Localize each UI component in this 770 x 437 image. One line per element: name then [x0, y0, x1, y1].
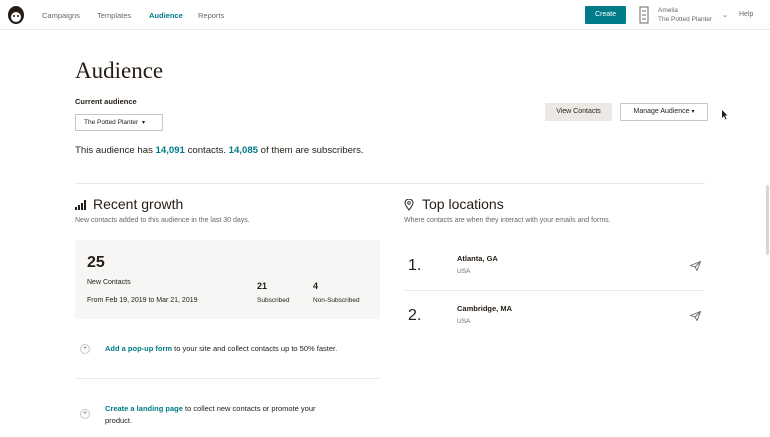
- popup-form-text: to your site and collect contacts up to …: [174, 344, 338, 353]
- landing-page-text: to collect new contacts or promote your: [185, 404, 316, 413]
- chevron-down-icon[interactable]: ⌄: [722, 11, 728, 19]
- help-link[interactable]: Help: [739, 11, 753, 18]
- location-pin-icon: [404, 199, 414, 211]
- nav-campaigns[interactable]: Campaigns: [42, 11, 80, 20]
- scrollbar[interactable]: [766, 185, 769, 255]
- top-locations-subtitle: Where contacts are when they interact wi…: [404, 217, 611, 224]
- summary-middle: contacts.: [187, 145, 226, 156]
- new-contacts-count: 25: [87, 254, 105, 271]
- divider: [75, 183, 705, 184]
- location-country: USA: [457, 268, 471, 275]
- subscribed-count: 21: [257, 281, 268, 291]
- divider: [75, 378, 380, 379]
- account-user: Amelia: [658, 7, 678, 14]
- date-range: From Feb 19, 2019 to Mar 21, 2019: [87, 297, 198, 304]
- nav-audience[interactable]: Audience: [149, 11, 183, 20]
- plus-circle-icon[interactable]: +: [80, 344, 90, 354]
- new-contacts-label: New Contacts: [87, 279, 131, 286]
- location-city: Atlanta, GA: [457, 254, 498, 263]
- cursor-icon: [722, 110, 728, 120]
- view-contacts-button[interactable]: View Contacts: [545, 103, 612, 121]
- manage-audience-button[interactable]: Manage Audience ▾: [620, 103, 708, 121]
- landing-page-text-2: product.: [105, 416, 133, 425]
- account-icon[interactable]: [636, 6, 652, 24]
- bar-chart-icon: [75, 200, 86, 210]
- location-rank: 2.: [408, 307, 422, 324]
- account-menu[interactable]: Amelia The Potted Planter: [658, 6, 712, 24]
- chevron-down-icon: ▾: [142, 120, 146, 126]
- location-rank: 1.: [408, 257, 422, 274]
- summary-suffix: of them are subscribers.: [260, 145, 364, 156]
- subscribers-count: 14,085: [228, 145, 258, 156]
- nav-templates[interactable]: Templates: [97, 11, 131, 20]
- plus-circle-icon[interactable]: +: [80, 409, 90, 419]
- divider: [404, 290, 704, 291]
- non-subscribed-label: Non-Subscribed: [313, 297, 360, 304]
- nav-reports[interactable]: Reports: [198, 11, 224, 20]
- top-nav: Campaigns Templates Audience Reports Cre…: [0, 0, 770, 30]
- recent-growth-subtitle: New contacts added to this audience in t…: [75, 217, 250, 224]
- popup-form-cta: + Add a pop-up form to your site and col…: [80, 343, 380, 357]
- non-subscribed-count: 4: [313, 281, 319, 291]
- account-org: The Potted Planter: [658, 16, 713, 23]
- chevron-down-icon: ▾: [691, 109, 695, 115]
- growth-card: 25 New Contacts From Feb 19, 2019 to Mar…: [75, 240, 380, 319]
- audience-select[interactable]: The Potted Planter ▾: [75, 114, 163, 131]
- send-icon[interactable]: [690, 311, 701, 321]
- audience-summary: This audience has 14,091 contacts. 14,08…: [75, 145, 364, 156]
- location-city: Cambridge, MA: [457, 304, 513, 313]
- top-locations-title: Top locations: [422, 196, 504, 212]
- page-title: Audience: [75, 58, 164, 83]
- send-icon[interactable]: [690, 261, 701, 271]
- create-button[interactable]: Create: [585, 6, 626, 24]
- landing-page-cta: + Create a landing page to collect new c…: [80, 403, 380, 429]
- summary-prefix: This audience has: [75, 145, 153, 156]
- add-popup-form-link[interactable]: Add a pop-up form: [105, 344, 172, 353]
- current-audience-label: Current audience: [75, 97, 137, 106]
- audience-select-value: The Potted Planter: [84, 119, 139, 126]
- manage-audience-label: Manage Audience: [633, 108, 690, 115]
- location-country: USA: [457, 318, 471, 325]
- recent-growth-title: Recent growth: [93, 196, 184, 212]
- total-contacts-count: 14,091: [155, 145, 185, 156]
- subscribed-label: Subscribed: [257, 297, 290, 304]
- mailchimp-logo-icon[interactable]: [6, 4, 26, 26]
- create-landing-page-link[interactable]: Create a landing page: [105, 404, 183, 413]
